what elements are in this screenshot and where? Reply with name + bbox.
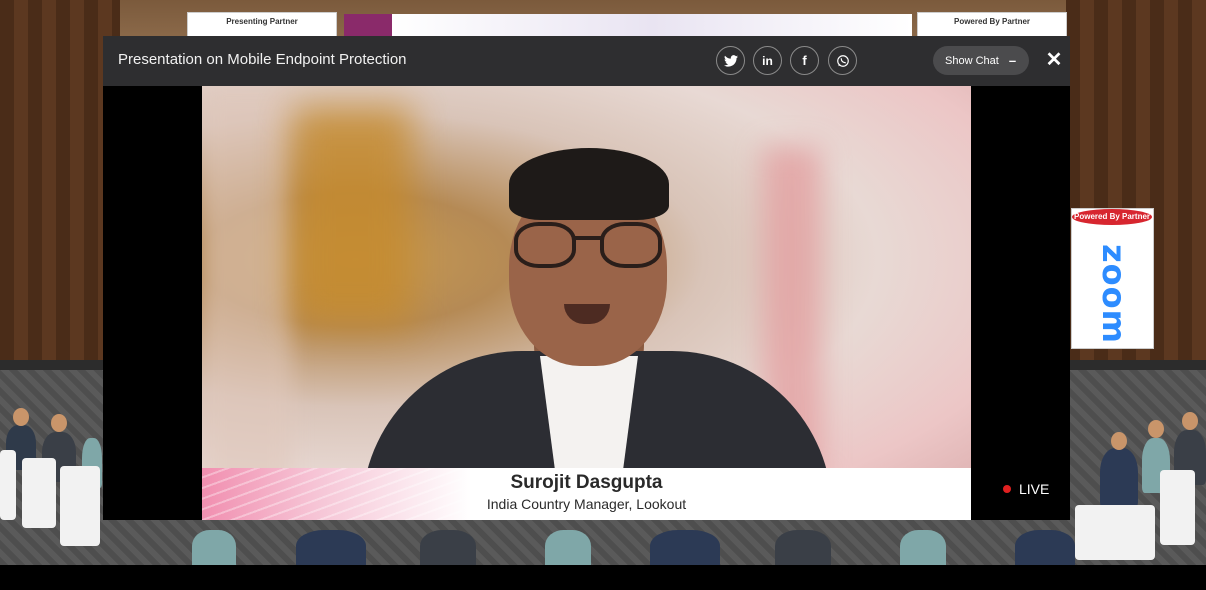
audience-avatar-head <box>51 414 67 432</box>
audience-avatar <box>545 530 591 565</box>
audience-avatar-head <box>1148 420 1164 438</box>
audience-avatar <box>192 530 236 565</box>
video-background <box>202 86 292 520</box>
auditorium-chair <box>0 450 16 520</box>
video-background <box>292 106 412 326</box>
audience-avatar <box>650 530 720 565</box>
live-indicator: LIVE <box>1003 481 1049 497</box>
speaker-name: Surojit Dasgupta <box>510 472 663 493</box>
presentation-title: Presentation on Mobile Endpoint Protecti… <box>118 51 407 68</box>
audience-avatar <box>1015 530 1075 565</box>
show-chat-button[interactable]: Show Chat – <box>933 46 1029 75</box>
stage-screen <box>392 14 912 38</box>
auditorium-chair <box>22 458 56 528</box>
audience-avatar-head <box>1111 432 1127 450</box>
live-dot-icon <box>1003 485 1011 493</box>
whatsapp-share-button[interactable] <box>828 46 857 75</box>
audience-avatar-head <box>13 408 29 426</box>
twitter-icon <box>723 54 738 67</box>
auditorium-chair <box>60 466 100 546</box>
speaker-glasses <box>574 236 602 240</box>
facebook-share-button[interactable]: f <box>790 46 819 75</box>
auditorium-chair <box>1075 505 1155 560</box>
audience-avatar <box>296 530 366 565</box>
audience-avatar <box>775 530 831 565</box>
zoom-side-banner: Powered By Partner zoom <box>1071 208 1154 349</box>
speaker-role: India Country Manager, Lookout <box>486 496 687 512</box>
auditorium-chair <box>1160 470 1195 545</box>
zoom-banner-caption: Powered By Partner <box>1072 209 1153 225</box>
live-label: LIVE <box>1019 481 1050 497</box>
zoom-logo: zoom <box>1095 244 1133 344</box>
minimize-icon: – <box>1008 53 1017 68</box>
speaker-lower-third: Surojit Dasgupta India Country Manager, … <box>202 468 971 520</box>
linkedin-share-button[interactable]: in <box>753 46 782 75</box>
powered-by-partner-banner: Powered By Partner <box>917 12 1067 38</box>
powered-by-partner-caption: Powered By Partner <box>953 17 1031 26</box>
stage-screen-accent <box>344 14 392 38</box>
show-chat-label: Show Chat <box>945 54 999 67</box>
linkedin-icon: in <box>762 53 773 68</box>
close-icon: ✕ <box>1045 49 1063 71</box>
speaker-glasses <box>600 222 662 268</box>
whatsapp-icon <box>836 54 849 67</box>
speaker-video[interactable]: Surojit Dasgupta India Country Manager, … <box>202 86 971 520</box>
modal-header: Presentation on Mobile Endpoint Protecti… <box>103 36 1070 86</box>
close-button[interactable]: ✕ <box>1043 48 1065 72</box>
audience-avatar <box>420 530 476 565</box>
bottom-bar <box>0 565 1206 590</box>
speaker-glasses <box>514 222 576 268</box>
twitter-share-button[interactable] <box>716 46 745 75</box>
presentation-modal: Presentation on Mobile Endpoint Protecti… <box>103 36 1070 520</box>
audience-avatar <box>900 530 946 565</box>
audience-avatar <box>1100 448 1138 508</box>
wood-wall-left <box>0 0 120 360</box>
speaker-figure <box>509 148 669 220</box>
facebook-icon: f <box>802 53 807 68</box>
audience-avatar-head <box>1182 412 1198 430</box>
presenting-partner-caption: Presenting Partner <box>226 17 298 26</box>
presenting-partner-banner: Presenting Partner <box>187 12 337 38</box>
